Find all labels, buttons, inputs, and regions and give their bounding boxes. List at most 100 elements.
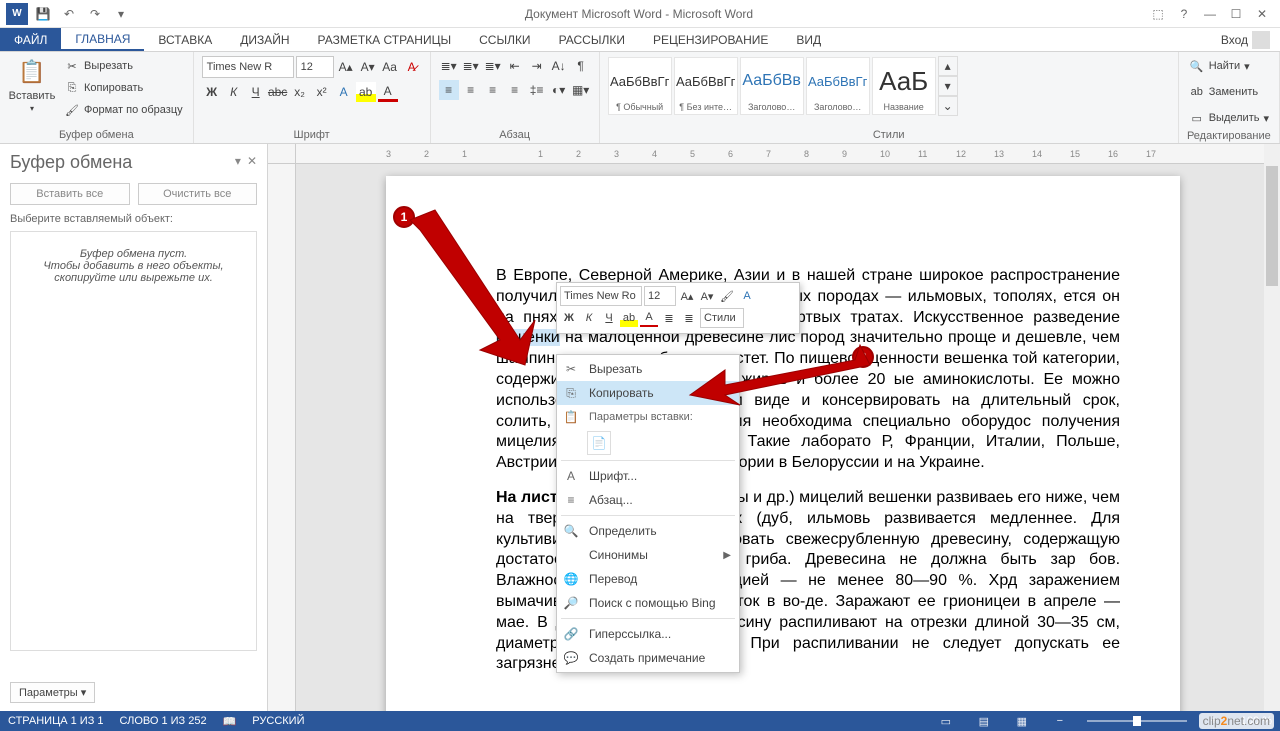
zoom-slider[interactable] (1087, 720, 1187, 722)
ctx-hyperlink[interactable]: 🔗Гиперссылка... (557, 622, 739, 646)
style-gallery[interactable]: АаБбВвГг¶ Обычный АаБбВвГг¶ Без инте… Аа… (608, 56, 958, 116)
ctx-translate[interactable]: 🌐Перевод (557, 567, 739, 591)
minimize-icon[interactable]: — (1202, 7, 1218, 21)
superscript-button[interactable]: x² (312, 82, 332, 102)
ruler-horizontal[interactable]: 3211234567891011121314151617 (296, 144, 1264, 164)
show-marks-icon[interactable]: ¶ (571, 56, 591, 76)
font-color-icon[interactable]: A (378, 82, 398, 102)
help-icon[interactable]: ? (1176, 7, 1192, 21)
paste-keep-source-icon[interactable]: 📄 (587, 431, 611, 455)
replace-button[interactable]: abЗаменить (1187, 82, 1260, 102)
copy-button[interactable]: ⎘Копировать (62, 78, 185, 98)
style-scroll-up-icon[interactable]: ▴ (938, 56, 958, 76)
style-heading2[interactable]: АаБбВвГгЗаголово… (806, 57, 870, 115)
status-proofing-icon[interactable]: 📖 (223, 715, 237, 728)
mini-shrink-font-icon[interactable]: A▾ (698, 287, 716, 305)
clear-all-button[interactable]: Очистить все (138, 183, 258, 205)
clear-format-icon[interactable]: A̷ (402, 57, 422, 77)
text-effects-icon[interactable]: A (334, 82, 354, 102)
mini-format-painter-icon[interactable]: 🖌 (718, 287, 736, 305)
mini-size-combo[interactable]: 12 (644, 286, 676, 306)
tab-view[interactable]: ВИД (782, 28, 835, 51)
save-icon[interactable]: 💾 (32, 3, 54, 25)
mini-styles-button[interactable]: Стили (700, 308, 744, 328)
ruler-vertical[interactable] (268, 164, 296, 711)
status-page[interactable]: СТРАНИЦА 1 ИЗ 1 (8, 715, 104, 727)
ctx-copy[interactable]: ⎘Копировать (557, 381, 739, 405)
underline-button[interactable]: Ч (246, 82, 266, 102)
style-title[interactable]: АаБНазвание (872, 57, 936, 115)
mini-bold-button[interactable]: Ж (560, 309, 578, 327)
shrink-font-icon[interactable]: A▾ (358, 57, 378, 77)
inc-indent-icon[interactable]: ⇥ (527, 56, 547, 76)
mini-bullets-icon[interactable]: ≣ (660, 309, 678, 327)
undo-icon[interactable]: ↶ (58, 3, 80, 25)
close-icon[interactable]: ✕ (1254, 7, 1270, 21)
font-size-combo[interactable]: 12 (296, 56, 334, 78)
tab-layout[interactable]: РАЗМЕТКА СТРАНИЦЫ (304, 28, 466, 51)
tab-references[interactable]: ССЫЛКИ (465, 28, 544, 51)
multilevel-icon[interactable]: ≣▾ (483, 56, 503, 76)
redo-icon[interactable]: ↷ (84, 3, 106, 25)
bullets-icon[interactable]: ≣▾ (439, 56, 459, 76)
subscript-button[interactable]: x₂ (290, 82, 310, 102)
ctx-define[interactable]: 🔍Определить (557, 519, 739, 543)
pane-close-icon[interactable]: ✕ (247, 154, 257, 168)
mini-font-color-icon[interactable]: A (640, 309, 658, 327)
tab-review[interactable]: РЕЦЕНЗИРОВАНИЕ (639, 28, 782, 51)
borders-icon[interactable]: ▦▾ (571, 80, 591, 100)
tab-mailings[interactable]: РАССЫЛКИ (545, 28, 639, 51)
align-left-icon[interactable]: ≡ (439, 80, 459, 100)
bold-button[interactable]: Ж (202, 82, 222, 102)
mini-styles-icon[interactable]: A (738, 287, 756, 305)
tab-home[interactable]: ГЛАВНАЯ (61, 28, 144, 51)
font-name-combo[interactable]: Times New R (202, 56, 294, 78)
select-button[interactable]: ▭Выделить ▾ (1187, 108, 1271, 128)
mini-grow-font-icon[interactable]: A▴ (678, 287, 696, 305)
style-nospacing[interactable]: АаБбВвГг¶ Без инте… (674, 57, 738, 115)
style-expand-icon[interactable]: ⌄ (938, 96, 958, 116)
ctx-font[interactable]: AШрифт... (557, 464, 739, 488)
paste-button[interactable]: 📋 Вставить ▾ (8, 56, 56, 113)
paste-all-button[interactable]: Вставить все (10, 183, 130, 205)
status-language[interactable]: РУССКИЙ (252, 715, 304, 727)
zoom-out-icon[interactable]: − (1049, 715, 1071, 727)
mini-highlight-icon[interactable]: ab (620, 309, 638, 327)
align-right-icon[interactable]: ≡ (483, 80, 503, 100)
style-heading1[interactable]: АаБбВвЗаголово… (740, 57, 804, 115)
mini-numbering-icon[interactable]: ≣ (680, 309, 698, 327)
page[interactable]: В Европе, Северной Америке, Азии и в наш… (386, 176, 1180, 711)
qat-customize-icon[interactable]: ▾ (110, 3, 132, 25)
view-print-icon[interactable]: ▤ (973, 715, 995, 728)
scrollbar-vertical[interactable] (1264, 144, 1280, 711)
scrollbar-thumb[interactable] (1266, 166, 1278, 286)
grow-font-icon[interactable]: A▴ (336, 57, 356, 77)
ctx-cut[interactable]: ✂Вырезать (557, 357, 739, 381)
ribbon-options-icon[interactable]: ⬚ (1150, 7, 1166, 21)
tab-design[interactable]: ДИЗАЙН (226, 28, 303, 51)
maximize-icon[interactable]: ☐ (1228, 7, 1244, 21)
tab-insert[interactable]: ВСТАВКА (144, 28, 226, 51)
strike-button[interactable]: abc (268, 82, 288, 102)
dec-indent-icon[interactable]: ⇤ (505, 56, 525, 76)
justify-icon[interactable]: ≡ (505, 80, 525, 100)
align-center-icon[interactable]: ≡ (461, 80, 481, 100)
mini-italic-button[interactable]: К (580, 309, 598, 327)
mini-underline-button[interactable]: Ч (600, 309, 618, 327)
ctx-bing-search[interactable]: 🔎Поиск с помощью Bing (557, 591, 739, 615)
view-read-icon[interactable]: ▭ (935, 715, 957, 728)
shading-icon[interactable]: ◐▾ (549, 80, 569, 100)
view-web-icon[interactable]: ▦ (1011, 715, 1033, 728)
highlight-icon[interactable]: ab (356, 82, 376, 102)
style-normal[interactable]: АаБбВвГг¶ Обычный (608, 57, 672, 115)
status-words[interactable]: СЛОВО 1 ИЗ 252 (120, 715, 207, 727)
clipboard-options-button[interactable]: Параметры ▾ (10, 682, 95, 703)
cut-button[interactable]: ✂Вырезать (62, 56, 185, 76)
change-case-icon[interactable]: Aa (380, 57, 400, 77)
mini-font-combo[interactable]: Times New Ro (560, 286, 642, 306)
ctx-synonyms[interactable]: Синонимы▶ (557, 543, 739, 567)
sign-in[interactable]: Вход (1211, 28, 1280, 51)
italic-button[interactable]: К (224, 82, 244, 102)
tab-file[interactable]: ФАЙЛ (0, 28, 61, 51)
pane-menu-icon[interactable]: ▾ (235, 154, 241, 168)
